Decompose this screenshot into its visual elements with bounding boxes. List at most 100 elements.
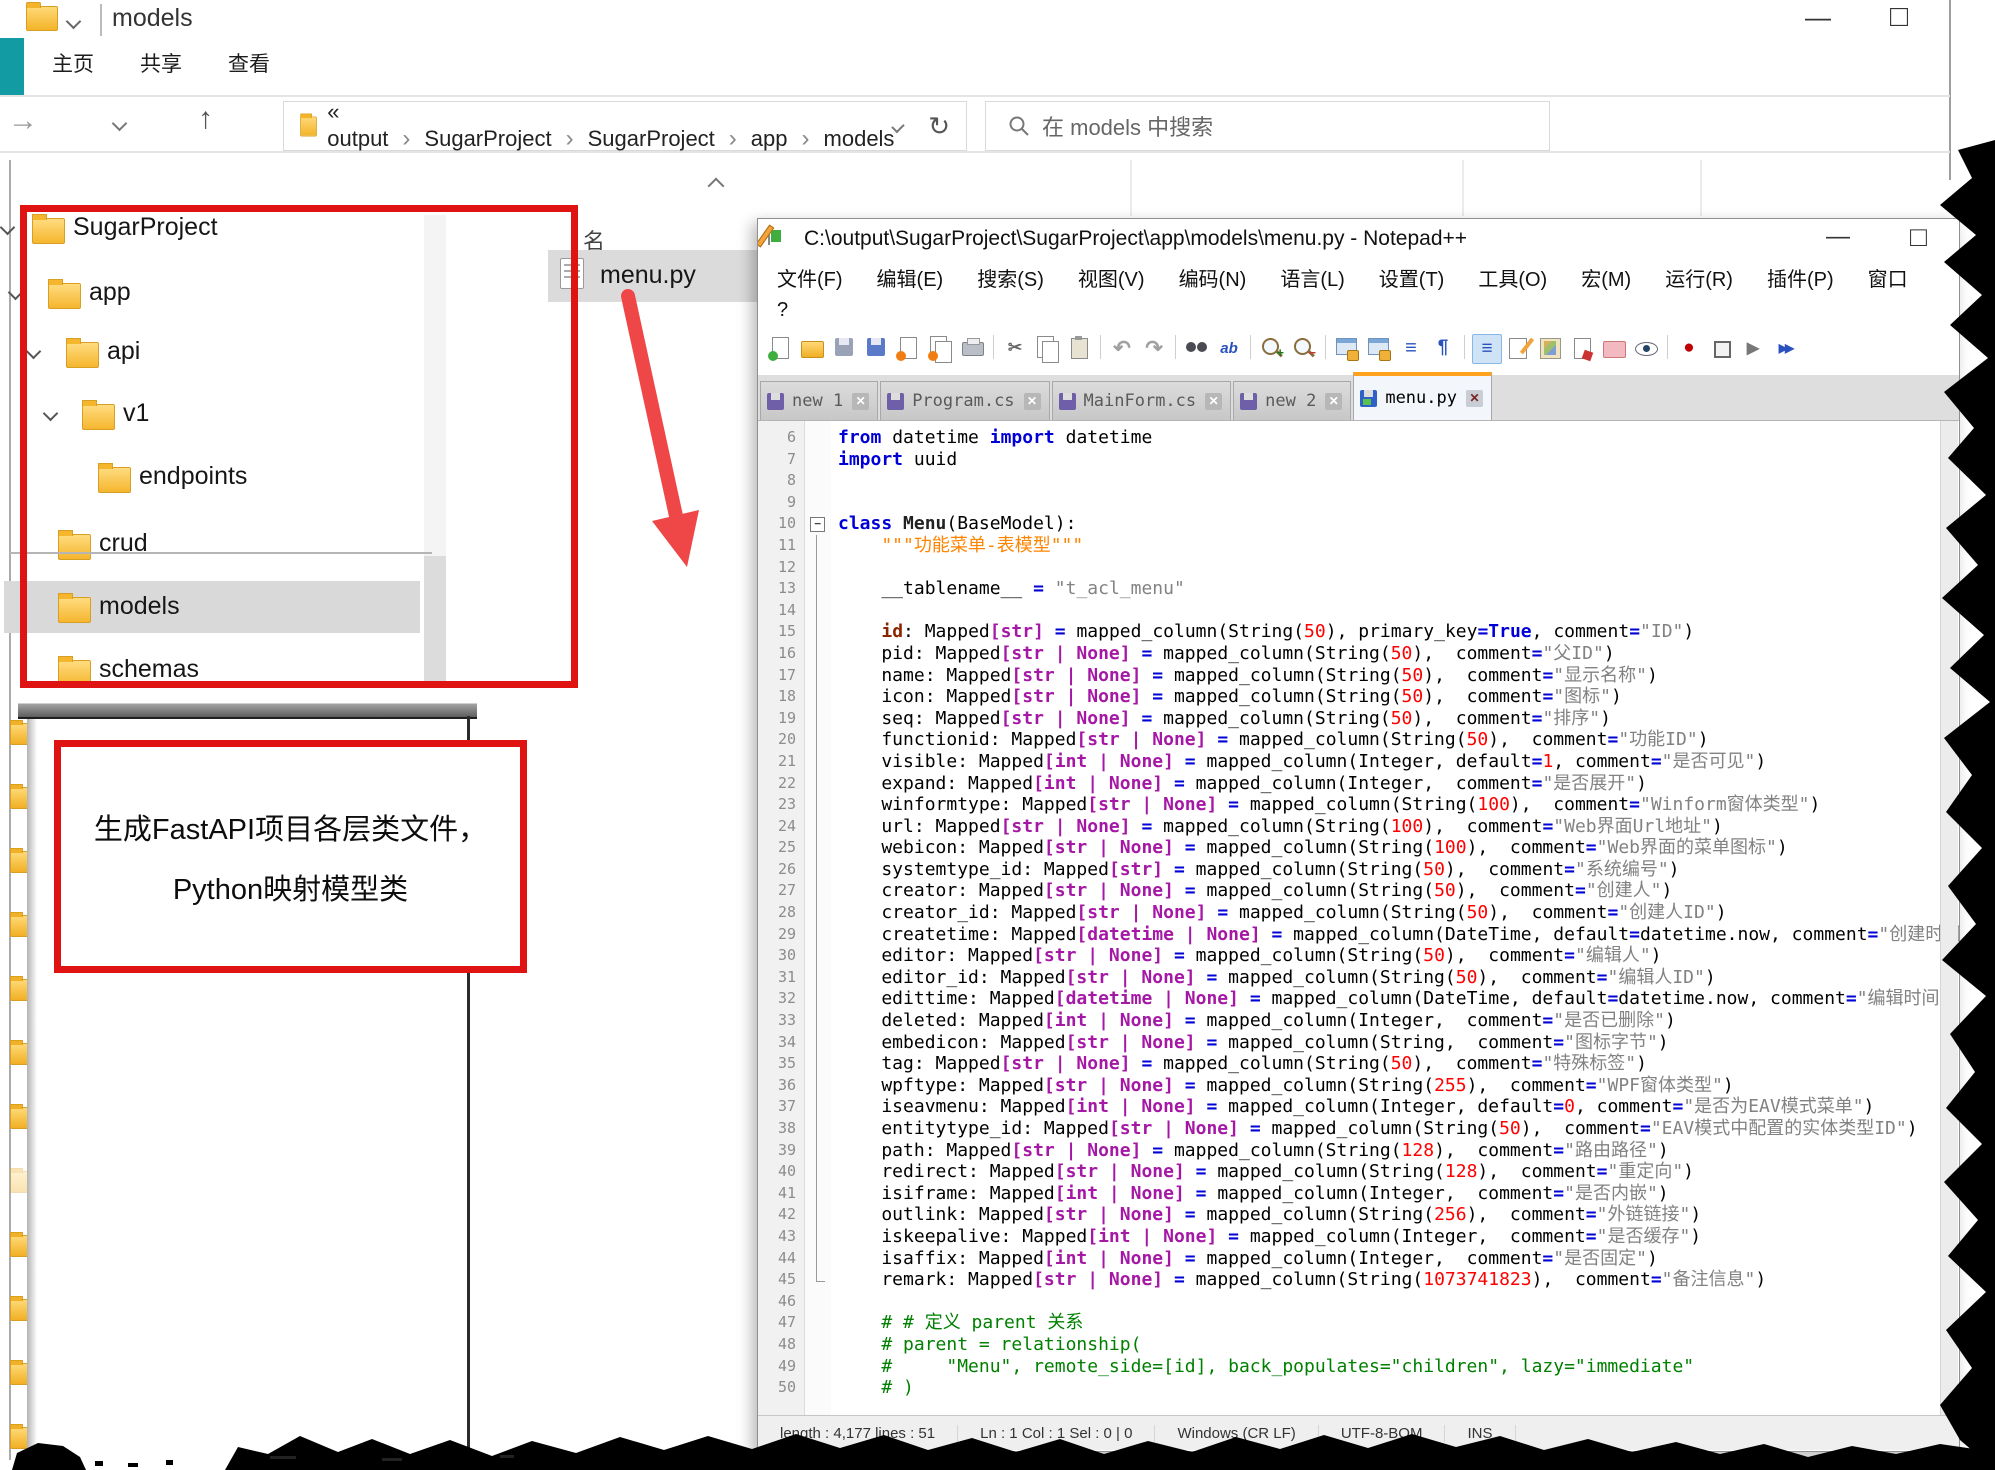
- file-name[interactable]: menu.py: [600, 261, 696, 290]
- code-text: [831, 600, 838, 622]
- code-line-27: 27 creator: Mapped[str | None] = mapped_…: [758, 880, 1959, 902]
- breadcrumb-item-output[interactable]: output: [327, 126, 388, 151]
- fold-marker: [804, 1161, 831, 1183]
- notepad-menu-item-7[interactable]: 工具(O): [1461, 263, 1564, 292]
- notepad-menu-item-11[interactable]: 窗口: [1851, 263, 1925, 292]
- column-divider[interactable]: [1462, 160, 1464, 216]
- function-list-icon[interactable]: [1504, 334, 1532, 362]
- notepad-maximize-button[interactable]: □: [1910, 221, 1927, 253]
- cut-icon[interactable]: ✂: [1001, 334, 1029, 362]
- indent-guide-icon[interactable]: ≡: [1472, 334, 1500, 362]
- view-eye-icon[interactable]: [1632, 334, 1660, 362]
- find-icon[interactable]: [1183, 334, 1211, 362]
- fold-marker[interactable]: −: [804, 513, 831, 535]
- tab-close-icon[interactable]: ✕: [852, 393, 869, 410]
- zoom-in-icon[interactable]: +: [1258, 334, 1286, 362]
- background-folder-icon: [10, 851, 27, 873]
- fold-marker: [804, 1140, 831, 1162]
- tab-Program.cs[interactable]: Program.cs✕: [880, 381, 1049, 420]
- tab-close-icon[interactable]: ✕: [1325, 393, 1342, 410]
- up-icon[interactable]: ↑: [198, 102, 213, 136]
- new-file-icon[interactable]: [766, 334, 794, 362]
- word-wrap-icon[interactable]: ≡: [1397, 334, 1425, 362]
- breadcrumb-item-SugarProject[interactable]: SugarProject: [588, 126, 715, 151]
- ribbon-tab-2[interactable]: 查看: [228, 48, 270, 78]
- column-divider[interactable]: [1130, 160, 1132, 216]
- undo-icon[interactable]: ↶: [1108, 334, 1136, 362]
- notepad-menu-item-3[interactable]: 视图(V): [1061, 263, 1162, 292]
- ribbon-tab-0[interactable]: 主页: [52, 48, 94, 78]
- replace-icon[interactable]: ab: [1215, 334, 1243, 362]
- editor-area[interactable]: 6from datetime import datetime7import uu…: [758, 421, 1959, 1415]
- line-number: 36: [758, 1075, 804, 1097]
- file-menu-accent[interactable]: [0, 38, 24, 95]
- notepad-menu-item-1[interactable]: 编辑(E): [860, 263, 961, 292]
- notepad-menu-item-5[interactable]: 语言(L): [1263, 263, 1361, 292]
- tab-menu.py[interactable]: menu.py✕: [1353, 372, 1492, 420]
- tab-saved-icon: [887, 393, 904, 410]
- show-all-characters-icon[interactable]: ¶: [1429, 334, 1457, 362]
- sort-ascending-icon[interactable]: [708, 178, 725, 195]
- code-line-37: 37 iseavmenu: Mapped[int | None] = mappe…: [758, 1096, 1959, 1118]
- document-switcher-icon[interactable]: [1568, 334, 1596, 362]
- tab-new 2[interactable]: new 2✕: [1233, 381, 1351, 420]
- notepad-menu-item-6[interactable]: 设置(T): [1362, 263, 1462, 292]
- notepad-menu-item-8[interactable]: 宏(M): [1564, 263, 1648, 292]
- tab-close-icon[interactable]: ✕: [1466, 390, 1483, 407]
- open-file-icon[interactable]: [798, 334, 826, 362]
- record-macro-icon[interactable]: ●: [1675, 334, 1703, 362]
- print-icon[interactable]: [958, 334, 986, 362]
- breadcrumb-item-SugarProject[interactable]: SugarProject: [424, 126, 551, 151]
- forward-icon[interactable]: →: [8, 104, 38, 138]
- column-divider[interactable]: [1700, 160, 1702, 216]
- sync-scroll-h-icon[interactable]: [1365, 334, 1393, 362]
- editor-scrollbar[interactable]: [1940, 421, 1958, 1415]
- address-bar[interactable]: « output›SugarProject›SugarProject›app›m…: [283, 101, 967, 151]
- explorer-minimize-button[interactable]: —: [1805, 2, 1831, 33]
- notepad-minimize-button[interactable]: —: [1826, 223, 1850, 251]
- tab-close-icon[interactable]: ✕: [1024, 393, 1041, 410]
- run-macro-multiple-icon[interactable]: ▶▶: [1771, 334, 1799, 362]
- save-all-icon[interactable]: [862, 334, 890, 362]
- line-number: 23: [758, 794, 804, 816]
- explorer-maximize-button[interactable]: □: [1890, 0, 1908, 34]
- close-file-icon[interactable]: [894, 334, 922, 362]
- zoom-out-icon[interactable]: −: [1290, 334, 1318, 362]
- address-folder-icon: [300, 116, 317, 136]
- fold-marker: [804, 665, 831, 687]
- redo-icon[interactable]: ↷: [1140, 334, 1168, 362]
- notepad-menu-item-10[interactable]: 插件(P): [1750, 263, 1851, 292]
- quick-access-caret-icon[interactable]: [66, 14, 82, 30]
- copy-icon[interactable]: [1033, 334, 1061, 362]
- line-number: 14: [758, 600, 804, 622]
- notepad-menu-item-2[interactable]: 搜索(S): [960, 263, 1061, 292]
- folder-as-workspace-icon[interactable]: [1600, 334, 1628, 362]
- search-box[interactable]: 在 models 中搜索: [985, 101, 1550, 151]
- stop-macro-icon[interactable]: [1707, 334, 1735, 362]
- fold-marker: [804, 470, 831, 492]
- code-text: entitytype_id: Mapped[str | None] = mapp…: [831, 1118, 1918, 1140]
- tab-MainForm.cs[interactable]: MainForm.cs✕: [1052, 381, 1232, 420]
- history-caret-icon[interactable]: [112, 116, 128, 132]
- close-all-icon[interactable]: [926, 334, 954, 362]
- notepad-menu-item-4[interactable]: 编码(N): [1162, 263, 1264, 292]
- ribbon-tab-1[interactable]: 共享: [140, 48, 182, 78]
- breadcrumb-item-app[interactable]: app: [751, 126, 788, 151]
- tab-new 1[interactable]: new 1✕: [760, 381, 878, 420]
- breadcrumb[interactable]: « output›SugarProject›SugarProject›app›m…: [327, 99, 894, 153]
- tree-expand-icon[interactable]: [0, 220, 15, 236]
- document-map-icon[interactable]: [1536, 334, 1564, 362]
- sync-scroll-v-icon[interactable]: [1333, 334, 1361, 362]
- notepad-menu-item-0[interactable]: 文件(F): [760, 263, 860, 292]
- notepad-menu-item-9[interactable]: 运行(R): [1648, 263, 1750, 292]
- background-folder-icon: [10, 1171, 27, 1193]
- save-icon[interactable]: [830, 334, 858, 362]
- annotation-box: 生成FastAPI项目各层类文件， Python映射模型类: [54, 740, 527, 973]
- play-macro-icon[interactable]: ▶: [1739, 334, 1767, 362]
- code-text: functionid: Mapped[str | None] = mapped_…: [831, 729, 1709, 751]
- refresh-icon[interactable]: ↻: [928, 111, 950, 142]
- paste-icon[interactable]: [1065, 334, 1093, 362]
- breadcrumb-item-models[interactable]: models: [824, 126, 895, 151]
- tab-close-icon[interactable]: ✕: [1205, 393, 1222, 410]
- menu-item-help[interactable]: ?: [777, 299, 788, 322]
